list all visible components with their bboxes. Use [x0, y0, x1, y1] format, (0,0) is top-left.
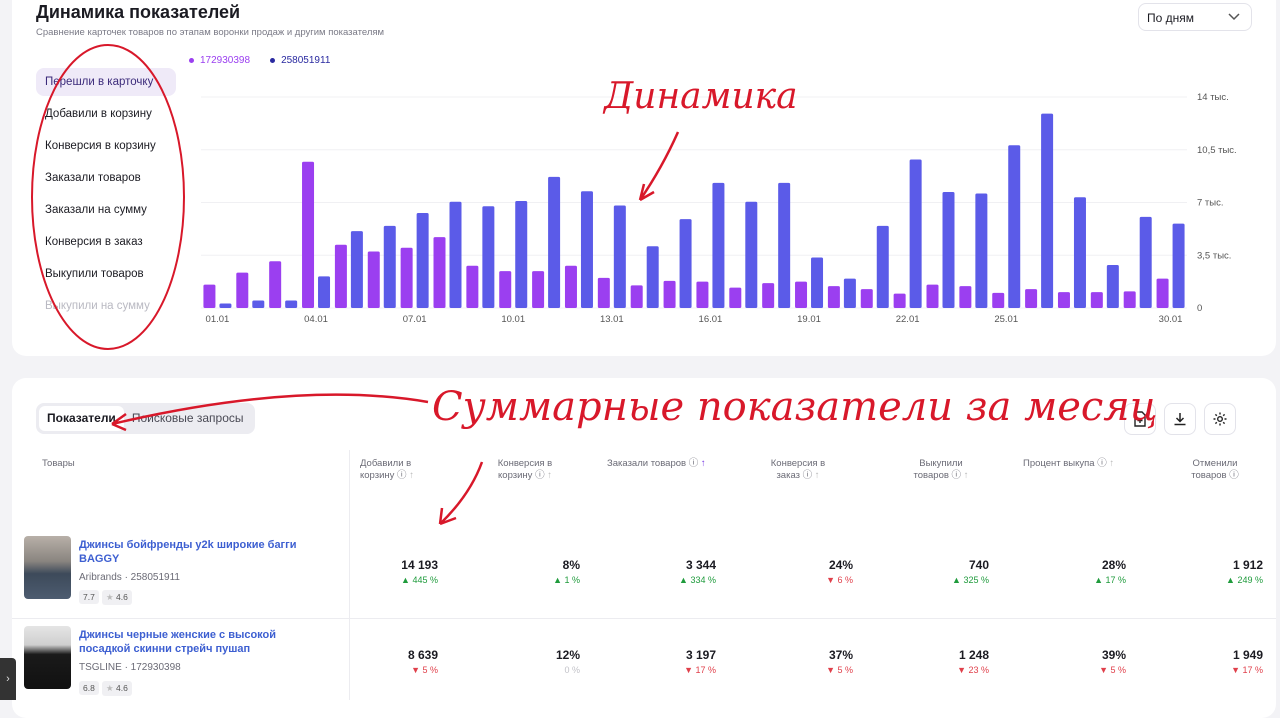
- annotation-arrow: [638, 131, 680, 202]
- side-panel-toggle[interactable]: ›: [0, 658, 16, 700]
- annotation-arrow: [438, 461, 484, 526]
- annotation-circle: [31, 44, 185, 350]
- annotation-arrow: [111, 393, 429, 432]
- chevron-right-icon: ›: [6, 673, 10, 685]
- annotation-strokes: [31, 44, 680, 526]
